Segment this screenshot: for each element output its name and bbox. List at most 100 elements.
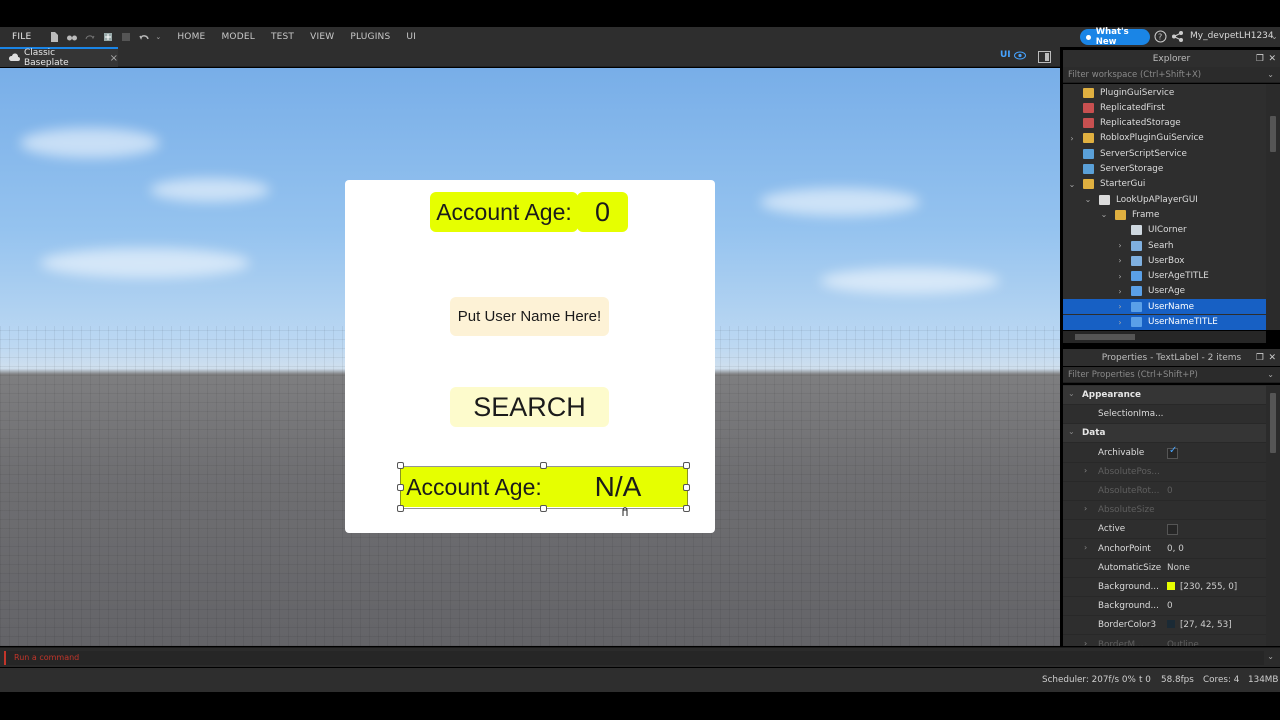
chevron-down-icon[interactable]: ⌄ — [1099, 210, 1109, 219]
color-swatch[interactable] — [1167, 620, 1175, 629]
chevron-right-icon[interactable]: › — [1115, 318, 1125, 327]
properties-filter-input[interactable]: Filter Properties (Ctrl+Shift+P) — [1068, 370, 1198, 380]
property-section[interactable]: ⌄ Appearance — [1063, 386, 1266, 405]
search-button[interactable]: SEARCH — [450, 387, 609, 427]
property-row[interactable]: Archivable ✓ — [1063, 444, 1266, 463]
chevron-right-icon[interactable]: › — [1115, 272, 1125, 281]
explorer-item[interactable]: ServerStorage — [1063, 162, 1266, 177]
chevron-right-icon[interactable]: › — [1067, 134, 1077, 143]
explorer-item[interactable]: ⌄ LookUpAPlayerGUI — [1063, 192, 1266, 207]
close-icon[interactable]: ✕ — [1268, 54, 1276, 64]
property-section[interactable]: ⌄ Data — [1063, 424, 1266, 444]
property-value[interactable]: 0, 0 — [1167, 544, 1184, 554]
property-row[interactable]: Background... [230, 255, 0] — [1063, 578, 1266, 597]
explorer-item[interactable]: › UserBox — [1063, 253, 1266, 268]
explorer-item[interactable]: › UserNameTITLE — [1063, 314, 1266, 330]
property-row[interactable]: › AnchorPoint 0, 0 — [1063, 540, 1266, 559]
color-swatch[interactable] — [1167, 582, 1175, 590]
resize-handle[interactable] — [683, 484, 690, 491]
tab-classic-baseplate[interactable]: Classic Baseplate × — [0, 47, 118, 68]
viewport[interactable]: Account Age: 0 Put User Name Here! SEARC… — [0, 68, 1060, 646]
tab-plugins[interactable]: PLUGINS — [342, 32, 398, 42]
chevron-down-icon[interactable]: ⌄ — [1083, 195, 1093, 204]
share-icon[interactable] — [1171, 30, 1184, 43]
tab-home[interactable]: HOME — [169, 32, 213, 42]
tab-test[interactable]: TEST — [263, 32, 302, 42]
resize-handle[interactable] — [397, 484, 404, 491]
explorer-item[interactable]: › UserAge — [1063, 284, 1266, 299]
chevron-down-icon[interactable]: ⌄ — [1267, 70, 1274, 79]
property-row[interactable]: SelectionIma... — [1063, 405, 1266, 425]
whats-new-button[interactable]: What's New — [1080, 27, 1150, 47]
command-input[interactable]: Run a command — [4, 651, 1264, 665]
new-file-icon[interactable] — [47, 30, 61, 44]
chevron-right-icon[interactable]: › — [1084, 466, 1087, 475]
chevron-right-icon[interactable]: › — [1115, 302, 1125, 311]
property-row[interactable]: Active — [1063, 520, 1266, 540]
user-age-title-label[interactable]: Account Age: — [430, 192, 578, 232]
tab-ui[interactable]: UI — [398, 32, 424, 42]
close-icon[interactable]: ✕ — [1268, 353, 1276, 363]
explorer-item[interactable]: › Searh — [1063, 238, 1266, 253]
explorer-horizontal-scrollbar[interactable] — [1063, 331, 1266, 343]
chevron-down-icon[interactable]: ⌄ — [1068, 389, 1075, 398]
properties-scrollbar[interactable] — [1266, 385, 1280, 646]
explorer-filter[interactable]: Filter workspace (Ctrl+Shift+X) ⌄ — [1063, 67, 1280, 83]
resize-handle[interactable] — [397, 505, 404, 512]
username-label[interactable]: My_devpetLH1234 — [1190, 31, 1274, 41]
chevron-right-icon[interactable]: › — [1084, 504, 1087, 513]
undo-icon[interactable] — [137, 30, 151, 44]
redo-icon[interactable] — [83, 30, 97, 44]
explorer-item[interactable]: PluginGuiService — [1063, 85, 1266, 100]
chevron-down-icon[interactable]: ⌄ — [1067, 180, 1077, 189]
tab-model[interactable]: MODEL — [213, 32, 262, 42]
property-row[interactable]: › AbsolutePos... — [1063, 463, 1266, 482]
undo-dropdown-icon[interactable]: ⌄ — [155, 30, 161, 44]
chevron-down-icon[interactable]: ⌄ — [1267, 370, 1274, 379]
explorer-item[interactable]: › RobloxPluginGuiService — [1063, 131, 1266, 146]
property-row[interactable]: Background... 0 — [1063, 597, 1266, 617]
lookup-player-frame[interactable]: Account Age: 0 Put User Name Here! SEARC… — [345, 180, 715, 533]
explorer-item[interactable]: ⌄ Frame — [1063, 207, 1266, 222]
explorer-item[interactable]: ReplicatedStorage — [1063, 116, 1266, 131]
property-row[interactable]: › BorderM... Outline — [1063, 636, 1266, 646]
close-icon[interactable]: × — [110, 53, 118, 64]
scroll-thumb[interactable] — [1075, 334, 1135, 340]
property-value[interactable]: Outline — [1167, 640, 1199, 646]
explorer-item[interactable]: › UserName — [1063, 299, 1266, 315]
resize-handle[interactable] — [683, 462, 690, 469]
property-value[interactable]: [27, 42, 53] — [1167, 620, 1232, 630]
chevron-down-icon[interactable]: ⌄ — [1267, 652, 1274, 661]
resize-handle[interactable] — [540, 505, 547, 512]
insert-object-icon[interactable] — [101, 30, 115, 44]
explorer-item[interactable]: › UserAgeTITLE — [1063, 269, 1266, 284]
stop-icon[interactable] — [119, 30, 133, 44]
scroll-thumb[interactable] — [1270, 116, 1276, 152]
user-age-value-label[interactable]: 0 — [577, 192, 628, 232]
chevron-right-icon[interactable]: › — [1115, 287, 1125, 296]
explorer-item[interactable]: ServerScriptService — [1063, 146, 1266, 161]
resize-handle[interactable] — [397, 462, 404, 469]
property-row[interactable]: AbsoluteRot... 0 — [1063, 482, 1266, 501]
layout-icon[interactable] — [1038, 51, 1051, 63]
binoculars-icon[interactable] — [65, 30, 79, 44]
property-value[interactable]: 0 — [1167, 601, 1173, 611]
user-dropdown-icon[interactable]: ⌄ — [1271, 32, 1278, 41]
scroll-thumb[interactable] — [1270, 393, 1276, 453]
property-value[interactable]: 0 — [1167, 486, 1173, 496]
resize-handle[interactable] — [540, 462, 547, 469]
property-row[interactable]: › AbsoluteSize — [1063, 501, 1266, 521]
undock-icon[interactable]: ❐ — [1256, 353, 1264, 363]
explorer-item[interactable]: ⌄ StarterGui — [1063, 177, 1266, 192]
file-menu[interactable]: FILE — [0, 32, 45, 42]
chevron-right-icon[interactable]: › — [1084, 543, 1087, 552]
property-checkbox[interactable] — [1167, 524, 1178, 536]
properties-filter[interactable]: Filter Properties (Ctrl+Shift+P) ⌄ — [1063, 367, 1280, 383]
resize-handle[interactable] — [683, 505, 690, 512]
explorer-item[interactable]: UICorner — [1063, 223, 1266, 238]
explorer-filter-input[interactable]: Filter workspace (Ctrl+Shift+X) — [1068, 70, 1201, 80]
property-value[interactable]: [230, 255, 0] — [1167, 582, 1237, 592]
undock-icon[interactable]: ❐ — [1256, 54, 1264, 64]
chevron-right-icon[interactable]: › — [1115, 241, 1125, 250]
property-value[interactable]: None — [1167, 563, 1190, 573]
